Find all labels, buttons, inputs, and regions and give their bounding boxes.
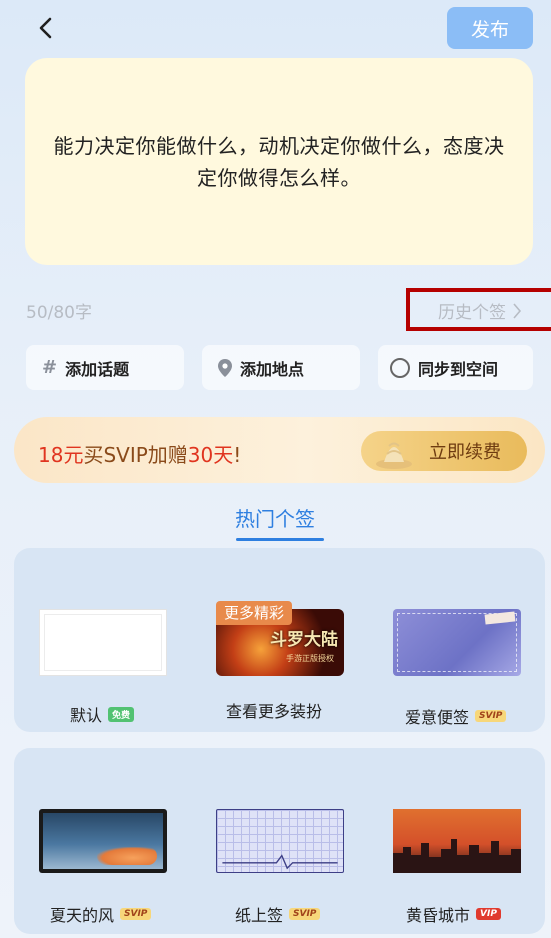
chevron-left-icon <box>39 17 52 39</box>
add-topic-label: 添加话题 <box>65 359 130 379</box>
style-thumb-dusk-city[interactable] <box>393 809 521 873</box>
style-label-dusk-city: 黄昏城市 VIP <box>406 902 501 926</box>
cone-treat-icon <box>376 442 412 469</box>
heartbeat-line-icon <box>222 854 338 870</box>
signature-note-card[interactable]: 能力决定你能做什么，动机决定你做什么，态度决定你做得怎么样。 <box>25 58 533 265</box>
sync-label: 同步到空间 <box>418 359 499 379</box>
style-thumb-love-note[interactable] <box>393 609 521 676</box>
char-count: 50/80字 <box>26 303 92 323</box>
location-pin-icon <box>218 358 232 377</box>
more-exciting-tag: 更多精彩 <box>216 601 293 625</box>
style-thumb-default[interactable] <box>39 609 167 676</box>
svip-badge: SVIP <box>289 908 321 920</box>
hashtag-icon: # <box>42 357 58 378</box>
svip-badge: SVIP <box>475 710 507 722</box>
style-thumb-summer-wind[interactable] <box>39 809 167 873</box>
style-label-love-note: 爱意便签 SVIP <box>405 704 507 728</box>
add-topic-button[interactable]: # 添加话题 <box>26 345 184 390</box>
add-location-button[interactable]: 添加地点 <box>202 345 360 390</box>
signature-text[interactable]: 能力决定你能做什么，动机决定你做什么，态度决定你做得怎么样。 <box>45 130 513 194</box>
style-label-more[interactable]: 查看更多装扮 <box>226 698 322 722</box>
city-skyline-icon <box>393 839 521 873</box>
history-label: 历史个签 <box>438 303 506 323</box>
style-label-default: 默认 免费 <box>70 702 135 726</box>
svip-badge: SVIP <box>120 908 152 920</box>
sync-to-space-toggle[interactable]: 同步到空间 <box>378 345 533 390</box>
publish-button[interactable]: 发布 <box>447 7 533 49</box>
vip-badge: VIP <box>476 908 501 920</box>
history-signatures-link[interactable]: 历史个签 <box>438 298 522 323</box>
tab-hot-signatures[interactable]: 热门个签 <box>235 503 315 532</box>
radio-unchecked-icon <box>390 357 410 378</box>
style-thumb-paper-note[interactable] <box>216 809 344 873</box>
back-button[interactable] <box>28 10 64 46</box>
promo-text: 18元买SVIP加赠30天! <box>38 443 242 467</box>
thumb-title: 斗罗大陆 <box>270 630 338 650</box>
style-label-paper-note: 纸上签 SVIP <box>235 902 321 926</box>
style-label-summer-wind: 夏天的风 SVIP <box>50 902 152 926</box>
chevron-right-icon <box>513 302 522 319</box>
tab-indicator <box>236 538 324 541</box>
free-badge: 免费 <box>108 706 135 722</box>
add-location-label: 添加地点 <box>240 359 305 379</box>
thumb-subtitle: 手游正版授权 <box>286 654 334 663</box>
